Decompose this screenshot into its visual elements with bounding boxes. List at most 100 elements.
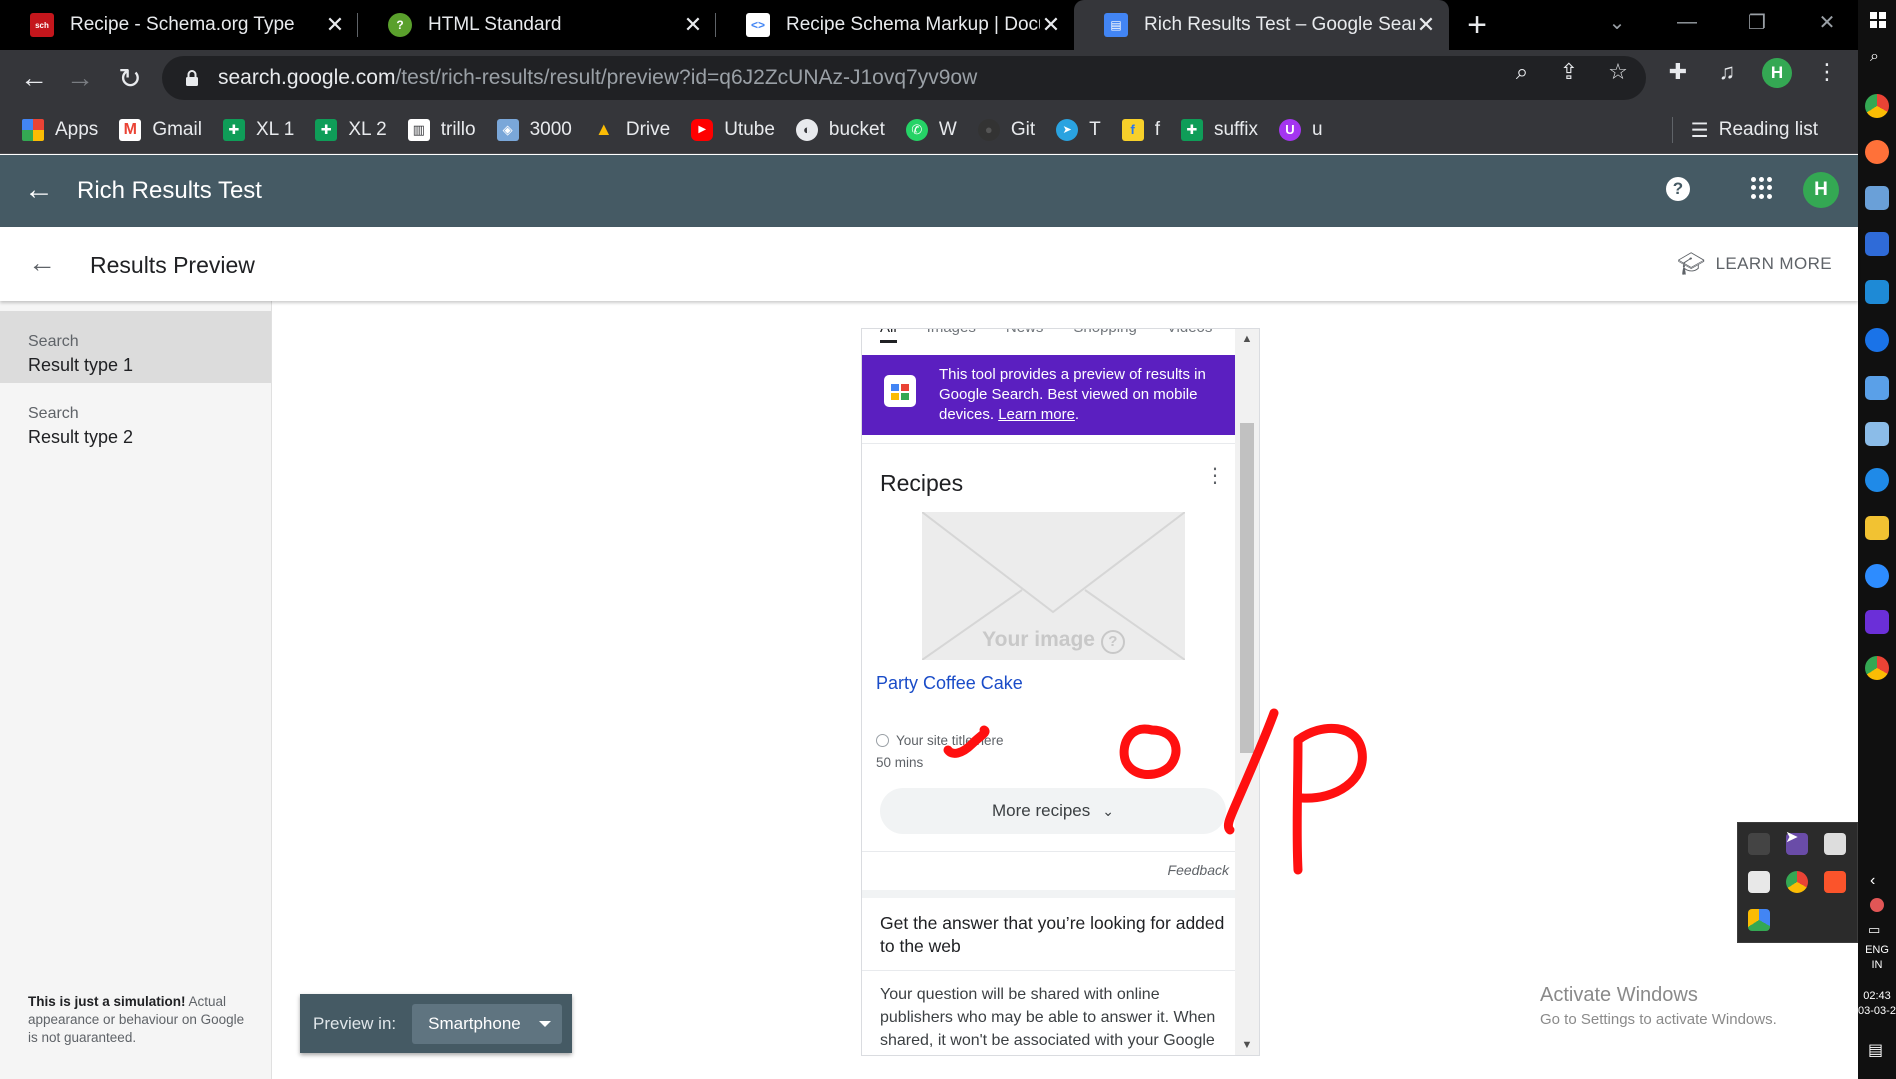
google-drive-tray-icon[interactable] <box>1748 909 1770 931</box>
preview-scrollbar[interactable]: ▲ ▼ <box>1235 329 1259 1055</box>
recipe-image-placeholder[interactable]: Your image ? <box>922 512 1185 660</box>
banner-learn-more-link[interactable]: Learn more <box>998 406 1075 423</box>
search-tab-shopping[interactable]: Shopping <box>1073 329 1136 343</box>
reading-list-label: Reading list <box>1718 119 1818 140</box>
bookmark-gmail[interactable]: M Gmail <box>119 118 202 141</box>
sidebar-item-result-type-1[interactable]: Search Result type 1 <box>0 311 271 383</box>
address-bar[interactable]: search.google.com/test/rich-results/resu… <box>162 56 1646 100</box>
bookmark-trillo[interactable]: ▥ trillo <box>407 118 476 141</box>
restore-button[interactable]: ❐ <box>1722 0 1792 44</box>
search-tab-news[interactable]: News <box>1006 329 1044 343</box>
bookmark-whatsapp[interactable]: ✆ W <box>905 118 957 141</box>
bookmark-xl1[interactable]: ✚ XL 1 <box>222 118 294 141</box>
tab-html-standard[interactable]: ? HTML Standard ✕ <box>358 0 716 50</box>
safari-taskbar-icon[interactable] <box>1865 468 1889 492</box>
bookmark-icon: ◈ <box>496 118 519 141</box>
firefox-taskbar-icon[interactable] <box>1865 140 1889 164</box>
show-hidden-icons-chevron-icon[interactable]: ‹ <box>1870 872 1875 890</box>
reload-button[interactable]: ↻ <box>110 58 150 98</box>
chrome-taskbar-icon[interactable] <box>1865 94 1889 118</box>
help-icon[interactable]: ? <box>1666 177 1690 201</box>
network-icon[interactable]: ▭ <box>1868 922 1880 938</box>
scroll-down-arrow-icon[interactable]: ▼ <box>1235 1039 1259 1051</box>
forward-button[interactable]: → <box>60 58 100 98</box>
bookmark-udemy[interactable]: U u <box>1279 118 1323 141</box>
bookmark-drive[interactable]: ▲ Drive <box>593 119 670 141</box>
scroll-up-arrow-icon[interactable]: ▲ <box>1235 333 1259 345</box>
bookmark-3000[interactable]: ◈ 3000 <box>496 118 572 141</box>
bookmark-xl2[interactable]: ✚ XL 2 <box>315 118 387 141</box>
tab-rich-results-test[interactable]: ▤ Rich Results Test – Google Search ✕ <box>1074 0 1449 50</box>
tab-recipe-schema-docs[interactable]: <> Recipe Schema Markup | Docum ✕ <box>716 0 1074 50</box>
clock[interactable]: 02:43 03-03-2 <box>1858 990 1896 1017</box>
share-icon[interactable]: ⇪ <box>1557 59 1581 84</box>
bookmark-apps[interactable]: Apps <box>22 118 98 141</box>
profile-avatar[interactable]: H <box>1762 58 1792 88</box>
feedback-link[interactable]: Feedback <box>862 851 1245 881</box>
brave-tray-icon[interactable] <box>1824 871 1846 893</box>
minimize-button[interactable]: — <box>1652 0 1722 44</box>
language-indicator[interactable]: ENG IN <box>1858 944 1896 971</box>
sidebar-item-result-type-2[interactable]: Search Result type 2 <box>0 383 271 455</box>
bookmark-utube[interactable]: ▶ Utube <box>691 118 775 141</box>
close-tab-icon[interactable]: ✕ <box>1040 12 1062 38</box>
intellij-taskbar-icon[interactable] <box>1865 610 1889 634</box>
chrome2-taskbar-icon[interactable] <box>1865 656 1889 680</box>
zoom-taskbar-icon[interactable] <box>1865 564 1889 588</box>
search-icon[interactable]: ⌕ <box>1870 48 1879 66</box>
device-select[interactable]: Smartphone <box>412 1003 563 1044</box>
url-text: search.google.com/test/rich-results/resu… <box>218 66 977 90</box>
app-taskbar-icon[interactable] <box>1865 186 1889 210</box>
mouse-icon[interactable] <box>1824 833 1846 855</box>
bookmark-git[interactable]: ● Git <box>977 118 1035 141</box>
close-window-button[interactable]: ✕ <box>1792 0 1862 44</box>
account-avatar[interactable]: H <box>1803 172 1839 208</box>
app2-taskbar-icon[interactable] <box>1865 376 1889 400</box>
more-options-icon[interactable]: ⋮ <box>1205 466 1225 486</box>
close-tab-icon[interactable]: ✕ <box>324 12 346 38</box>
extensions-icon[interactable]: ✚ <box>1666 59 1690 84</box>
chrome-tray-icon[interactable] <box>1786 871 1808 893</box>
photos-taskbar-icon[interactable] <box>1865 232 1889 256</box>
scrollbar-thumb[interactable] <box>1240 423 1254 753</box>
close-tab-icon[interactable]: ✕ <box>1415 12 1437 38</box>
security-shield-icon[interactable] <box>1748 871 1770 893</box>
recipe-name-link[interactable]: Party Coffee Cake <box>876 673 1023 694</box>
vscode-taskbar-icon[interactable] <box>1865 280 1889 304</box>
google-apps-icon[interactable] <box>1751 177 1773 199</box>
chrome-menu-icon[interactable]: ⋮ <box>1815 59 1839 84</box>
maps-taskbar-icon[interactable] <box>1865 328 1889 352</box>
sidebar-item-kind: Search <box>28 405 79 422</box>
activate-windows-watermark: Activate Windows Go to Settings to activ… <box>1540 984 1777 1028</box>
tab-schema-org[interactable]: sch Recipe - Schema.org Type ✕ <box>0 0 358 50</box>
search-tab-images[interactable]: Images <box>927 329 976 343</box>
new-tab-button[interactable]: + <box>1449 0 1505 50</box>
back-button[interactable]: ← <box>14 58 54 98</box>
windows-start-icon[interactable] <box>1870 12 1886 28</box>
tray-icon-a[interactable] <box>1870 898 1884 912</box>
more-recipes-button[interactable]: More recipes ⌄ <box>880 788 1226 834</box>
bookmark-label: 3000 <box>529 118 572 140</box>
tab-search-icon[interactable]: ⌄ <box>1582 0 1652 44</box>
bookmark-bucket[interactable]: ◐ bucket <box>795 118 885 141</box>
smartphone-preview-frame[interactable]: All Images News Shopping Videos This too… <box>861 328 1260 1056</box>
back-arrow-icon[interactable]: ← <box>28 247 56 279</box>
notifications-icon[interactable]: ▤ <box>1868 1040 1883 1060</box>
search-tab-videos[interactable]: Videos <box>1167 329 1213 343</box>
bookmark-telegram[interactable]: ➤ T <box>1056 118 1101 141</box>
reading-list-button[interactable]: ☰ Reading list <box>1671 106 1818 154</box>
zoom-icon[interactable]: ⌕ <box>1510 59 1534 84</box>
tray-app-icon[interactable] <box>1748 833 1770 855</box>
media-control-icon[interactable]: ♫ <box>1715 59 1739 84</box>
recipes-card: Recipes ⋮ Your image ? Party Coffee Cake… <box>862 443 1245 879</box>
app3-taskbar-icon[interactable] <box>1865 422 1889 446</box>
close-tab-icon[interactable]: ✕ <box>682 12 704 38</box>
file-explorer-taskbar-icon[interactable] <box>1865 516 1889 540</box>
school-cap-icon: 🎓︎ <box>1677 251 1706 276</box>
back-arrow-icon[interactable]: ← <box>24 173 54 207</box>
search-tab-all[interactable]: All <box>880 329 897 343</box>
bookmark-suffix[interactable]: ✚ suffix <box>1180 118 1258 141</box>
bookmark-star-icon[interactable]: ☆ <box>1606 59 1630 84</box>
learn-more-button[interactable]: 🎓︎ LEARN MORE <box>1677 251 1832 277</box>
bookmark-flipkart[interactable]: f f <box>1121 118 1160 141</box>
